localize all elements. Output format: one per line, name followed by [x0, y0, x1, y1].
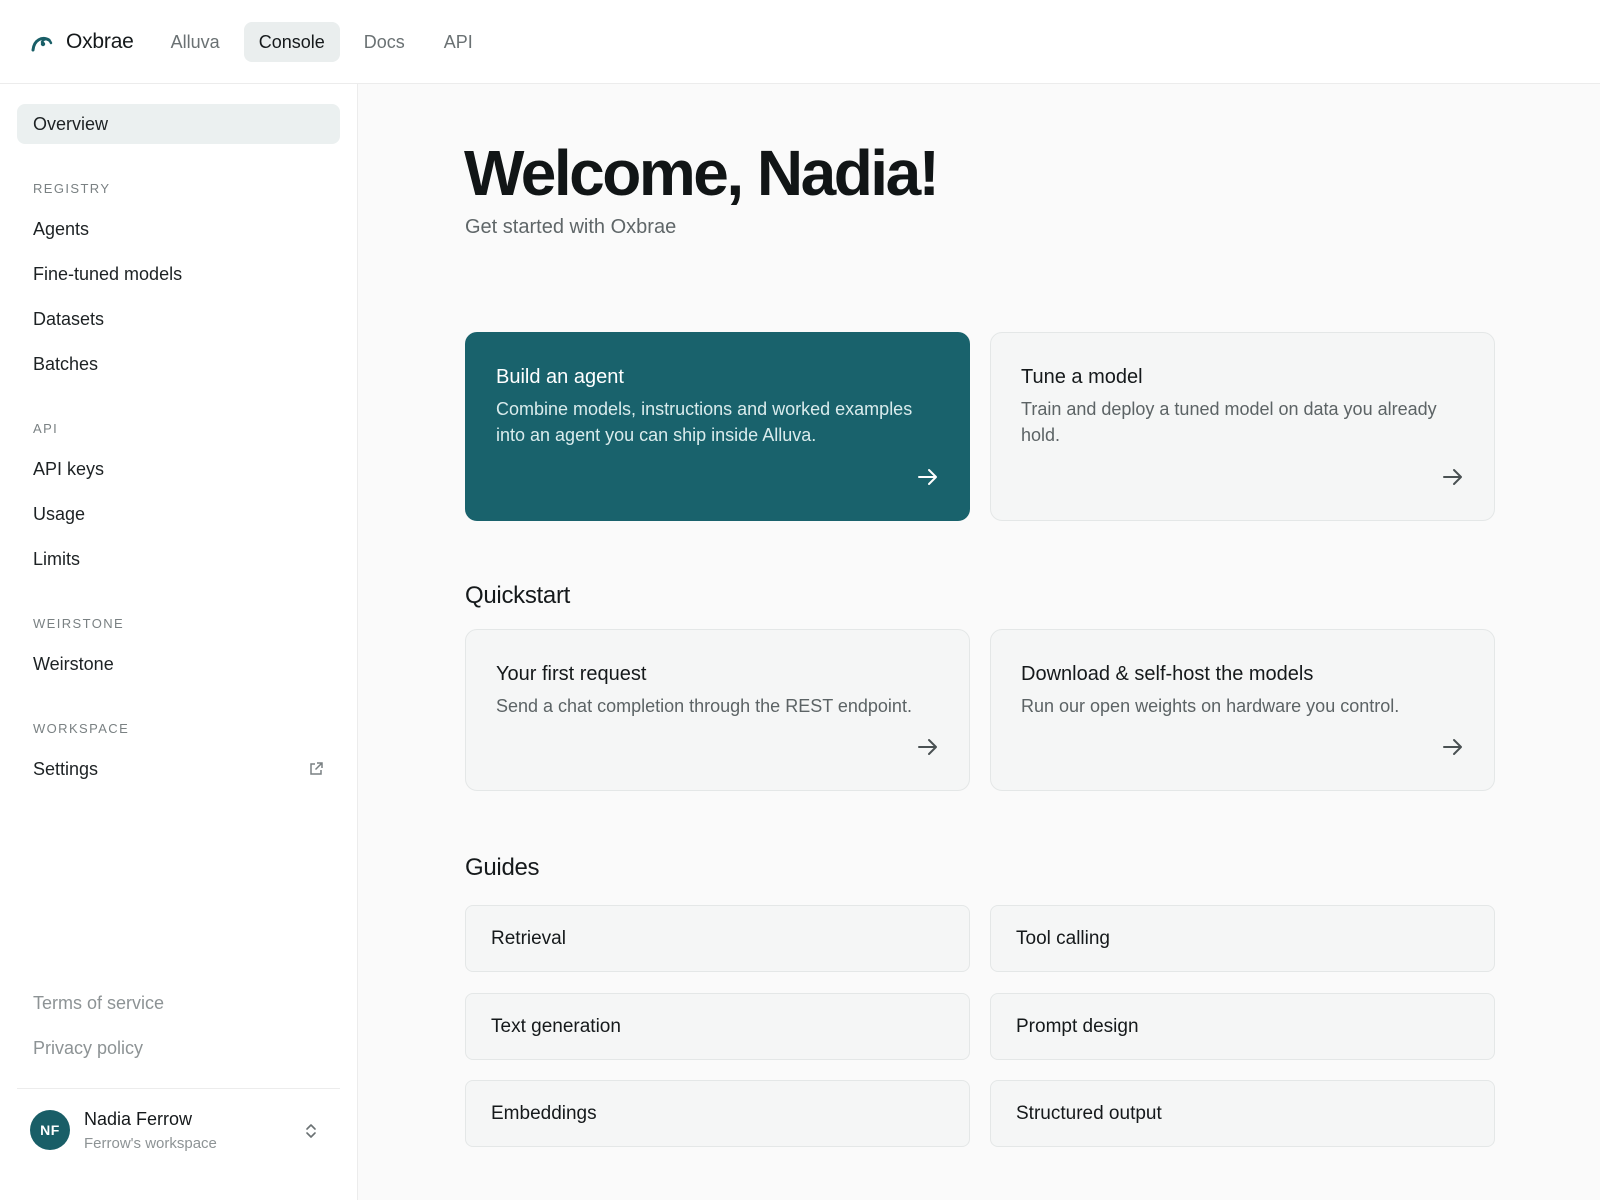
terms-of-service-link[interactable]: Terms of service	[33, 993, 164, 1014]
sidebar-item-label: Settings	[33, 758, 99, 779]
sidebar-item-agents[interactable]: Agents	[17, 209, 340, 249]
arrow-right-icon	[918, 469, 937, 485]
sidebar-item-weirstone[interactable]: Weirstone	[17, 644, 340, 684]
arrow-right-icon	[918, 739, 937, 755]
nav-tab-console[interactable]: Console	[243, 21, 340, 62]
page-subtitle: Get started with Oxbrae	[465, 216, 677, 238]
sidebar-section-api: API	[33, 421, 59, 436]
card-description: Combine models, instructions and worked …	[496, 399, 913, 445]
account-switcher[interactable]: NF Nadia Ferrow Ferrow's workspace	[17, 1095, 340, 1165]
guide-tool-calling[interactable]: Tool calling	[990, 905, 1495, 972]
account-name: Nadia Ferrow	[84, 1108, 193, 1129]
sidebar-divider	[17, 1088, 340, 1089]
tune-a-model-card[interactable]: Tune a model Train and deploy a tuned mo…	[990, 332, 1495, 521]
card-title: Download & self-host the models	[1021, 663, 1314, 685]
guides-heading: Guides	[465, 854, 540, 881]
build-an-agent-card[interactable]: Build an agent Combine models, instructi…	[465, 332, 970, 521]
guide-prompt-design[interactable]: Prompt design	[990, 993, 1495, 1060]
card-title: Build an agent	[496, 366, 624, 388]
nav-tab-api[interactable]: API	[429, 22, 488, 62]
card-description: Send a chat completion through the REST …	[496, 696, 912, 716]
card-title: Tune a model	[1021, 366, 1143, 388]
sidebar: Overview REGISTRY Agents Fine-tuned mode…	[0, 84, 358, 1200]
external-link-icon	[310, 762, 323, 775]
sidebar-item-settings[interactable]: Settings	[17, 749, 340, 789]
first-request-card[interactable]: Your first request Send a chat completio…	[465, 629, 970, 791]
self-host-models-card[interactable]: Download & self-host the models Run our …	[990, 629, 1495, 791]
sidebar-item-overview[interactable]: Overview	[17, 104, 340, 144]
arrow-right-icon	[1443, 469, 1462, 485]
sidebar-item-batches[interactable]: Batches	[17, 344, 340, 384]
card-title: Your first request	[496, 663, 647, 685]
brand-name: Oxbrae	[66, 29, 134, 53]
nav-tab-alluva[interactable]: Alluva	[156, 22, 235, 62]
guide-embeddings[interactable]: Embeddings	[465, 1080, 970, 1147]
arrow-right-icon	[1443, 739, 1462, 755]
chevron-up-down-icon	[306, 1124, 316, 1138]
privacy-policy-link[interactable]: Privacy policy	[33, 1038, 143, 1059]
quickstart-heading: Quickstart	[465, 582, 571, 609]
oxbrae-logo-icon	[31, 36, 53, 51]
guide-structured-output[interactable]: Structured output	[990, 1080, 1495, 1147]
top-navigation-bar: Oxbrae Alluva Console Docs API	[0, 0, 1600, 84]
sidebar-item-api-keys[interactable]: API keys	[17, 449, 340, 489]
guide-retrieval[interactable]: Retrieval	[465, 905, 970, 972]
card-description: Run our open weights on hardware you con…	[1021, 696, 1400, 716]
avatar: NF	[30, 1110, 70, 1150]
sidebar-item-limits[interactable]: Limits	[17, 539, 340, 579]
account-workspace: Ferrow's workspace	[84, 1134, 217, 1152]
sidebar-section-weirstone: WEIRSTONE	[33, 616, 125, 631]
sidebar-item-datasets[interactable]: Datasets	[17, 299, 340, 339]
page-title: Welcome, Nadia!	[464, 137, 940, 209]
sidebar-section-workspace: WORKSPACE	[33, 721, 130, 736]
brand[interactable]: Oxbrae	[30, 30, 134, 54]
card-description: Train and deploy a tuned model on data y…	[1021, 399, 1437, 445]
nav-tab-docs[interactable]: Docs	[349, 22, 420, 62]
guide-text-generation[interactable]: Text generation	[465, 993, 970, 1060]
sidebar-section-registry: REGISTRY	[33, 181, 111, 196]
sidebar-item-fine-tuned-models[interactable]: Fine-tuned models	[17, 254, 340, 294]
sidebar-item-usage[interactable]: Usage	[17, 494, 340, 534]
